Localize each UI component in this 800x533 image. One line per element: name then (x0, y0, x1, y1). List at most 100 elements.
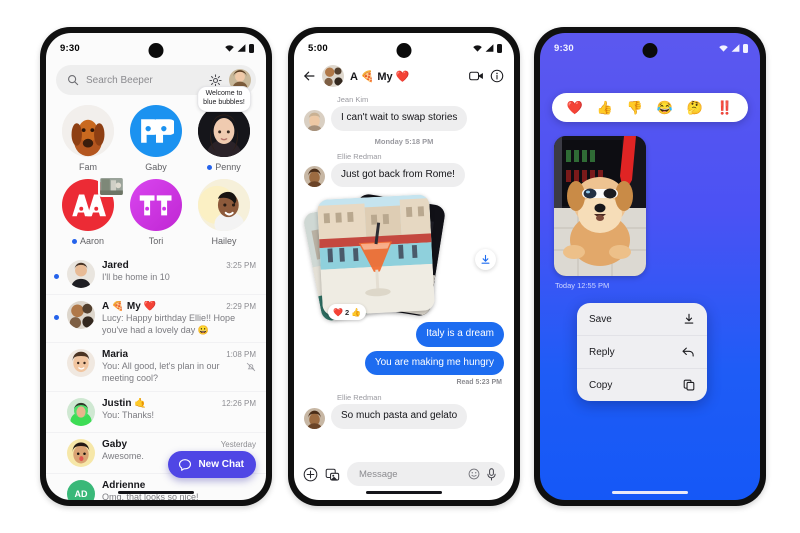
new-chat-button[interactable]: New Chat (168, 451, 256, 478)
reply-arrow-icon (682, 347, 694, 357)
unread-dot (54, 274, 59, 279)
emoji-smiley-icon[interactable] (468, 468, 480, 480)
battery-icon (249, 43, 254, 53)
home-indicator (366, 490, 442, 494)
video-camera-icon[interactable] (469, 70, 484, 82)
chat-time: 3:25 PM (226, 261, 256, 270)
unread-column (54, 439, 60, 453)
thinking-reaction[interactable]: 🤔 (687, 101, 703, 114)
chat-preview-row: I'll be home in 10 (102, 272, 256, 284)
home-indicator (612, 490, 688, 494)
conversation-header: A 🍕 My ❤️ (294, 63, 514, 93)
phone-reaction-menu: 9:30 ❤️ 👍 👎 😂 🤔 ‼️ Today 12:55 PM Save R… (534, 27, 766, 506)
message-bubble: So much pasta and gelato (331, 404, 468, 429)
chat-top-row: Maria 1:08 PM (102, 349, 256, 360)
menu-item-save[interactable]: Save (577, 303, 707, 335)
person-name: Fam (79, 162, 97, 172)
person-avatar[interactable] (198, 105, 250, 157)
person-name-row: Penny (207, 162, 241, 172)
message-avatar (304, 109, 325, 131)
chat-top-row: A 🍕 My ❤️ 2:29 PM (102, 301, 256, 312)
chat-top-row: Justin 🤙 12:26 PM (102, 398, 256, 409)
plus-circle-icon[interactable] (303, 467, 318, 482)
chat-avatar (67, 349, 95, 378)
double-exclamation-reaction[interactable]: ‼️ (717, 101, 733, 114)
wifi-icon (719, 44, 728, 52)
tooltip-line1: Welcome to (205, 90, 243, 97)
chat-row-justin[interactable]: Justin 🤙 12:26 PM You: Thanks! (46, 392, 266, 433)
chat-row-group[interactable]: A 🍕 My ❤️ 2:29 PM Lucy: Happy birthday E… (46, 295, 266, 344)
chat-row-maria[interactable]: Maria 1:08 PM You: All good, let's plan … (46, 343, 266, 392)
chat-preview: You: All good, let's plan in our meeting… (102, 361, 220, 384)
avatar-initials: AD (74, 488, 88, 499)
person-hailey[interactable]: Hailey (192, 179, 256, 246)
chat-time: 1:08 PM (226, 350, 256, 360)
tori-monogram-icon (139, 195, 172, 216)
status-clock: 9:30 (60, 42, 80, 54)
emoji-reaction-bar[interactable]: ❤️ 👍 👎 😂 🤔 ‼️ (552, 93, 748, 122)
laughing-reaction[interactable]: 😂 (657, 101, 673, 114)
message-row-incoming: Just got back from Rome! (304, 162, 504, 187)
welcome-tooltip: Welcome to blue bubbles! (197, 86, 251, 112)
chat-row-jared[interactable]: Jared 3:25 PM I'll be home in 10 (46, 254, 266, 295)
photo-card-front[interactable] (317, 194, 435, 316)
message-bubble: You are making me hungry (364, 350, 504, 375)
chat-body: Justin 🤙 12:26 PM You: Thanks! (102, 398, 256, 422)
chat-preview-row: You: All good, let's plan in our meeting… (102, 361, 256, 384)
message-bubble: Just got back from Rome! (331, 162, 465, 187)
shared-photo-badge (98, 176, 125, 197)
battery-icon (743, 43, 748, 53)
chat-body: Jared 3:25 PM I'll be home in 10 (102, 260, 256, 284)
person-gaby[interactable]: Gaby (124, 105, 188, 172)
group-avatar[interactable] (322, 65, 344, 87)
menu-item-reply[interactable]: Reply (577, 335, 707, 368)
chat-top-row: Gaby Yesterday (102, 439, 256, 450)
chat-top-row: Adrienne (102, 480, 256, 491)
dog-photo-message[interactable] (554, 136, 646, 276)
message-input[interactable]: Message (359, 469, 462, 480)
person-name: Penny (215, 162, 241, 172)
chat-preview: Lucy: Happy birthday Ellie!! Hope you've… (102, 313, 236, 335)
people-grid: Fam Gaby Welcome to blue bubbles! Penny … (46, 86, 266, 246)
message-sender: Jean Kim (337, 95, 369, 104)
search-input[interactable]: Search Beeper (86, 75, 202, 86)
download-icon (684, 313, 694, 324)
info-circle-icon[interactable] (490, 69, 504, 83)
tooltip-line2: blue bubbles! (203, 98, 245, 106)
microphone-icon[interactable] (486, 467, 497, 481)
person-name-row: Fam (79, 162, 97, 172)
message-composer: Message (294, 462, 514, 486)
thumbs-up-reaction[interactable]: 👍 (597, 101, 613, 114)
image-picker-icon[interactable] (325, 467, 340, 482)
message-input-field[interactable]: Message (347, 462, 505, 486)
photo-stack-message[interactable]: ❤️ 2 👍 (302, 192, 504, 323)
phone3-screen: 9:30 ❤️ 👍 👎 😂 🤔 ‼️ Today 12:55 PM Save R… (540, 33, 760, 500)
gear-icon[interactable] (209, 73, 222, 87)
thumbs-down-reaction[interactable]: 👎 (627, 101, 643, 114)
message-reaction-pill[interactable]: ❤️ 2 👍 (328, 304, 367, 320)
heart-reaction[interactable]: ❤️ (567, 101, 583, 114)
person-fam[interactable]: Fam (56, 105, 120, 172)
person-avatar[interactable] (62, 105, 114, 157)
chat-avatar-initials: AD (67, 479, 95, 500)
person-name: Aaron (79, 236, 105, 246)
back-arrow-icon[interactable] (302, 69, 316, 83)
person-penny[interactable]: Welcome to blue bubbles! Penny (192, 86, 256, 172)
download-button[interactable] (475, 249, 496, 270)
unread-column (54, 260, 60, 279)
person-avatar[interactable] (130, 105, 182, 157)
person-aaron[interactable]: Aaron (56, 176, 125, 246)
chat-body: A 🍕 My ❤️ 2:29 PM Lucy: Happy birthday E… (102, 301, 256, 336)
chat-avatar (67, 397, 95, 426)
person-avatar[interactable] (198, 179, 250, 231)
status-indicators (225, 43, 254, 53)
cellular-icon (485, 44, 494, 52)
chat-time: 2:29 PM (226, 302, 256, 311)
context-menu: Save Reply Copy (577, 303, 707, 401)
person-avatar[interactable] (130, 179, 182, 231)
message-area: Jean Kim I can't wait to swap stories Mo… (294, 93, 514, 429)
menu-item-copy[interactable]: Copy (577, 368, 707, 401)
phone-chat-list: 9:30 Search Beeper Fam Gaby Welcome to b… (40, 27, 272, 506)
chat-body: Maria 1:08 PM You: All good, let's plan … (102, 349, 256, 384)
person-tori[interactable]: Tori (124, 179, 188, 246)
